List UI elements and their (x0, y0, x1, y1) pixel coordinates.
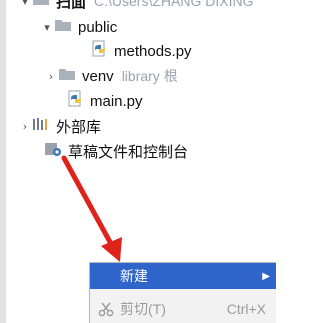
menu-item-cut[interactable]: 剪切(T) Ctrl+X (90, 296, 276, 322)
root-project-name: 扫面 (56, 0, 87, 11)
chevron-down-icon[interactable]: ▾ (18, 0, 32, 8)
tree-item-methods-py[interactable]: methods.py (92, 40, 192, 62)
tree-root-row[interactable]: ▾ 扫面 C:\Users\ZHANG DIXING (18, 0, 253, 12)
tree-item-label: methods.py (114, 42, 192, 60)
tree-item-label: public (78, 18, 118, 36)
tree-item-label: 外部库 (56, 118, 102, 136)
tree-item-venv[interactable]: › venv library 根 (44, 65, 178, 87)
submenu-arrow-icon: ▶ (262, 270, 270, 282)
context-menu: 新建 ▶ 剪切(T) Ctrl+X (89, 262, 276, 323)
tree-item-external-libraries[interactable]: › 外部库 (18, 115, 101, 137)
tree-item-label: main.py (90, 92, 143, 110)
menu-item-label: 新建 (120, 268, 148, 284)
folder-icon (54, 18, 72, 36)
root-project-path: C:\Users\ZHANG DIXING (94, 0, 254, 9)
folder-icon (58, 67, 76, 85)
chevron-right-icon[interactable]: › (18, 120, 32, 133)
scratches-icon (44, 141, 62, 161)
tree-item-public[interactable]: ▾ public (40, 16, 117, 38)
menu-item-label: 剪切(T) (120, 301, 166, 317)
python-file-icon (68, 90, 84, 112)
tree-item-label: 草稿文件和控制台 (68, 143, 189, 161)
tree-item-label: venv (82, 67, 114, 85)
panel-gutter (0, 0, 6, 323)
menu-item-shortcut: Ctrl+X (226, 301, 266, 317)
chevron-down-icon[interactable]: ▾ (40, 21, 54, 34)
library-root-hint: library 根 (121, 68, 178, 84)
python-file-icon (92, 40, 108, 62)
chevron-right-icon[interactable]: › (44, 70, 58, 83)
folder-icon (32, 0, 50, 10)
scissors-icon (98, 301, 114, 320)
ide-project-panel: ▾ 扫面 C:\Users\ZHANG DIXING ▾ public meth… (0, 0, 276, 323)
menu-item-new[interactable]: 新建 ▶ (90, 263, 276, 289)
tree-item-scratches[interactable]: 草稿文件和控制台 (44, 140, 188, 162)
tree-item-main-py[interactable]: main.py (68, 90, 143, 112)
library-icon (32, 117, 50, 135)
